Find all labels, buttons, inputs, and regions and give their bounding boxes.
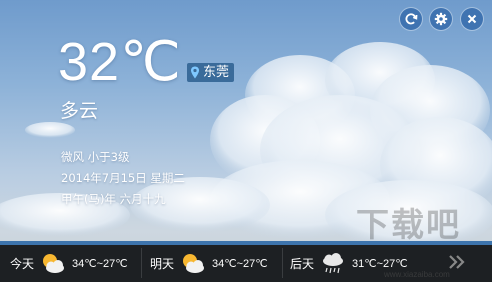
partly-cloudy-icon bbox=[183, 253, 205, 273]
double-chevron-right-icon[interactable] bbox=[446, 252, 468, 272]
lunar-date-info: 甲午(马)年 六月十九 bbox=[61, 192, 166, 206]
gear-icon bbox=[434, 12, 448, 26]
rain-icon bbox=[323, 252, 344, 273]
wind-info: 微风 小于3级 bbox=[61, 150, 130, 164]
close-button[interactable] bbox=[461, 8, 483, 30]
forecast-temp-range: 34℃~27℃ bbox=[72, 258, 128, 270]
forecast-day-label: 后天 bbox=[290, 257, 315, 271]
partly-cloudy-icon bbox=[43, 253, 65, 273]
location-name: 东莞 bbox=[203, 65, 230, 80]
forecast-day-label: 明天 bbox=[150, 257, 175, 271]
forecast-temp-range: 34℃~27℃ bbox=[212, 258, 268, 270]
forecast-item-tomorrow[interactable]: 明天 34℃~27℃ bbox=[150, 245, 268, 282]
current-temperature: 32℃ bbox=[58, 32, 182, 92]
date-info: 2014年7月15日 星期二 bbox=[61, 171, 185, 185]
weather-widget: 32℃ 东莞 多云 微风 小于3级 2014年7月15日 星期二 甲午(马)年 … bbox=[0, 0, 492, 282]
forecast-temp-range: 31℃~27℃ bbox=[352, 258, 408, 270]
forecast-divider bbox=[282, 248, 283, 278]
watermark-url: www.xiazaiba.com bbox=[384, 270, 450, 279]
location-pin-icon bbox=[191, 66, 199, 79]
location-button[interactable]: 东莞 bbox=[187, 63, 235, 82]
close-icon bbox=[467, 14, 477, 24]
settings-button[interactable] bbox=[430, 8, 452, 30]
refresh-button[interactable] bbox=[400, 8, 422, 30]
forecast-day-label: 今天 bbox=[10, 257, 35, 271]
weather-condition: 多云 bbox=[60, 100, 99, 122]
forecast-item-today[interactable]: 今天 34℃~27℃ bbox=[10, 245, 128, 282]
refresh-icon bbox=[405, 13, 418, 25]
watermark-logo: 下载吧 bbox=[356, 205, 461, 244]
forecast-divider bbox=[141, 248, 142, 278]
